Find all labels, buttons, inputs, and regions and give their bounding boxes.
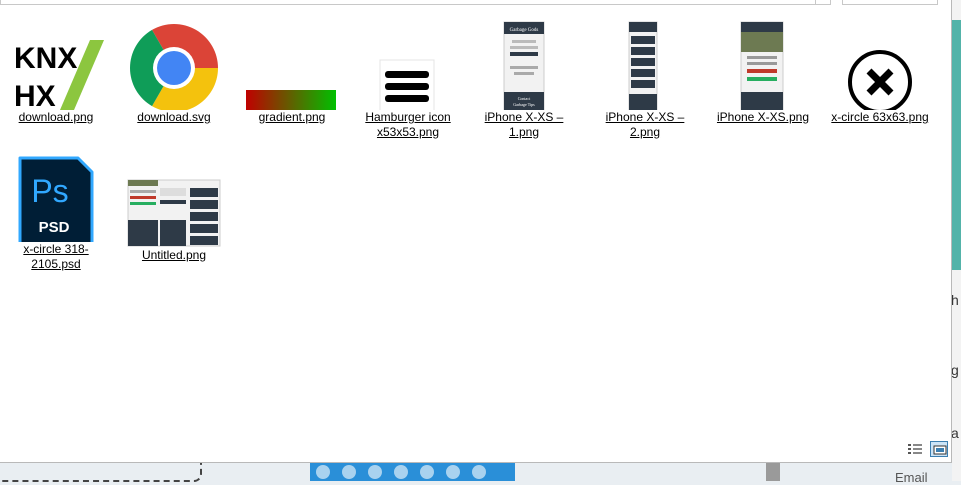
background-scrollbar	[766, 462, 780, 481]
search-input[interactable]	[842, 0, 938, 5]
file-item[interactable]: Hamburger icon x53x53.png	[358, 14, 458, 140]
file-item[interactable]: KNX HX download.png	[6, 14, 106, 125]
site-mockup-image	[124, 144, 224, 248]
background-email-label: Email	[895, 470, 928, 485]
file-item[interactable]: Ps PSD x-circle 318-2105.psd	[6, 144, 106, 272]
file-name: iPhone X-XS – 2.png	[605, 110, 685, 139]
file-item[interactable]: x-circle 63x63.png	[830, 14, 930, 125]
phone-mockup-image: Garbage Gods Contact Garbage Tips	[474, 14, 574, 115]
psd-badge-top: Ps	[31, 173, 68, 209]
file-name: x-circle 318-2105.psd	[23, 242, 89, 271]
chrome-logo-image	[124, 14, 224, 112]
file-name: Hamburger icon x53x53.png	[365, 110, 451, 139]
file-item[interactable]: iPhone X-XS – 2.png	[595, 14, 695, 140]
background-text-fragment: g	[951, 362, 959, 378]
psd-badge-bottom: PSD	[39, 219, 70, 236]
details-view-icon[interactable]	[906, 441, 924, 457]
file-name: download.png	[18, 110, 94, 124]
phone-footer-label: Contact	[518, 96, 531, 101]
file-item[interactable]: Garbage Gods Contact Garbage Tips iPhone…	[474, 14, 574, 140]
file-name: iPhone X-XS.png	[716, 110, 810, 124]
hamburger-menu-image	[358, 14, 458, 115]
file-item[interactable]: gradient.png	[242, 14, 342, 125]
file-item[interactable]: Untitled.png	[124, 144, 224, 263]
gradient-image	[242, 14, 342, 112]
background-text-fragment: h	[951, 292, 959, 308]
large-icons-view-icon[interactable]	[930, 441, 949, 457]
vertical-scrollbar[interactable]	[934, 10, 951, 440]
knx-logo-image: KNX HX	[6, 14, 106, 113]
x-circle-image	[830, 14, 930, 114]
phone-footer-name: Garbage Tips	[513, 102, 535, 107]
phone-mockup-image	[595, 14, 695, 115]
background-text-fragment: a	[951, 425, 959, 441]
file-name: iPhone X-XS – 1.png	[484, 110, 564, 139]
background-teal-panel	[952, 20, 961, 270]
file-name: gradient.png	[258, 110, 326, 124]
file-dialog: KNX HX download.png download.svg gradien…	[0, 0, 952, 463]
address-bar[interactable]	[0, 0, 831, 5]
knx-logo-text: KNX	[14, 42, 77, 75]
phone-title: Garbage Gods	[510, 28, 539, 33]
file-name: x-circle 63x63.png	[831, 110, 929, 124]
phone-mockup-image	[713, 14, 813, 115]
file-item[interactable]: iPhone X-XS.png	[713, 14, 813, 125]
knx-logo-text: HX	[14, 80, 56, 110]
file-item[interactable]: download.svg	[124, 14, 224, 125]
file-name: Untitled.png	[141, 248, 207, 262]
file-list: KNX HX download.png download.svg gradien…	[0, 14, 930, 444]
address-dropdown-button[interactable]	[815, 0, 832, 5]
file-name: download.svg	[137, 110, 211, 124]
view-toggle-group	[904, 441, 949, 459]
photoshop-psd-icon: Ps PSD	[6, 144, 106, 246]
background-blue-banner	[310, 462, 515, 481]
